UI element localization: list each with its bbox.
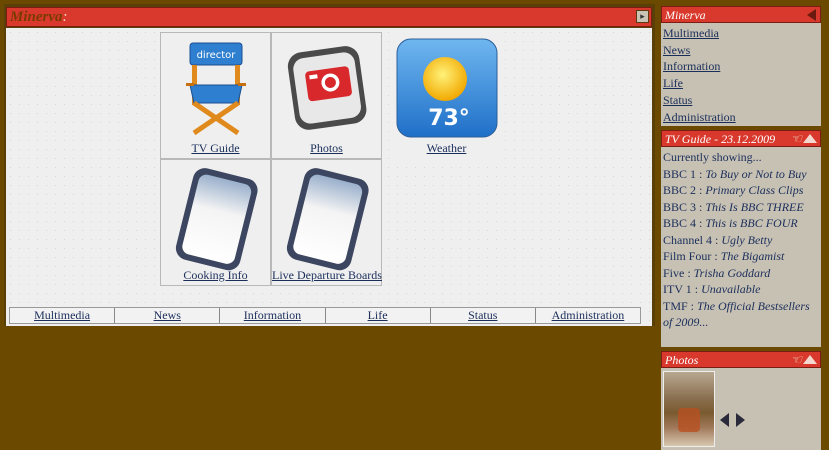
drag-hand-icon[interactable]: ☜ [790,131,802,147]
main-title-text: Minerva [10,9,63,25]
tv-entry: BBC 1 : To Buy or Not to Buy [663,166,807,181]
sidebar-menu-title: Minerva [665,8,706,22]
tv-guide-panel: TV Guide - 23.12.2009 ☜ Currently showin… [661,130,821,347]
tv-entry: TMF : The Official Bestsellers of 2009..… [663,298,810,330]
sidebar-item-life[interactable]: Life [661,75,821,92]
sidebar-menu-header: Minerva [661,6,821,23]
tv-entry: BBC 3 : This Is BBC THREE [663,199,804,214]
nav-life[interactable]: Life [326,308,431,323]
photo-thumbnail[interactable] [663,371,715,447]
photos-panel: Photos ☜ [661,351,821,450]
tile-label-tv-guide: TV Guide [191,141,240,155]
photos-panel-title: Photos [665,353,699,367]
blank-document-icon [286,168,369,271]
next-photo-icon[interactable] [736,413,745,427]
tv-entry: BBC 2 : Primary Class Clips [663,183,804,197]
nav-status[interactable]: Status [431,308,536,323]
tv-entry: ITV 1 : Unavailable [663,282,761,296]
tv-guide-title: TV Guide - 23.12.2009 [665,132,776,146]
collapse-up-icon[interactable] [803,134,817,143]
camera-icon [287,46,366,130]
window-menu-button[interactable]: ▸ [636,10,649,23]
sidebar-item-information[interactable]: Information [661,58,821,75]
director-chair-icon: director [185,42,246,136]
collapse-left-icon[interactable] [807,9,816,21]
weather-temperature: 73° [428,106,470,131]
sidebar-item-administration[interactable]: Administration [661,109,821,126]
collapse-up-icon[interactable] [803,355,817,364]
chair-text: director [196,50,236,61]
tile-label-cooking-info: Cooking Info [183,268,248,282]
tile-cooking-info[interactable]: Cooking Info [160,159,271,286]
tile-label-weather: Weather [426,141,467,155]
tv-entry: Channel 4 : Ugly Betty [663,232,773,247]
tile-tv-guide[interactable]: director TV Guide [160,32,271,159]
bottom-nav-bar: Multimedia News Information Life Status … [9,307,641,324]
tile-weather[interactable]: 73° Weather [391,32,502,159]
tv-currently-showing: Currently showing... [663,150,762,164]
tv-guide-header: TV Guide - 23.12.2009 ☜ [661,130,821,147]
tv-entry: Five : Trisha Goddard [663,265,771,280]
blank-document-icon [175,168,258,271]
sidebar-menu-panel: Minerva Multimedia News Information Life… [661,6,821,126]
tv-entry: BBC 4 : This is BBC FOUR [663,216,798,230]
nav-news[interactable]: News [115,308,221,323]
tile-live-departure-boards[interactable]: Live Departure Boards [271,159,382,286]
previous-photo-icon[interactable] [720,413,729,427]
tile-photos[interactable]: Photos [271,32,382,159]
main-title-bar: Minerva: ▸ [6,7,652,27]
nav-administration[interactable]: Administration [536,308,640,323]
weather-sun-icon: 73° [396,38,497,138]
tile-label-live-departure-boards: Live Departure Boards [272,268,382,282]
sidebar-item-news[interactable]: News [661,42,821,59]
main-window: Minerva: ▸ director TV Guide Photos 73° … [4,4,655,326]
nav-information[interactable]: Information [220,308,326,323]
sidebar-item-multimedia[interactable]: Multimedia [661,25,821,42]
tv-entry: Film Four : The Bigamist [663,249,785,263]
main-content: director TV Guide Photos 73° Weather Coo… [6,28,652,326]
tile-label-photos: Photos [310,141,343,155]
photos-header: Photos ☜ [661,351,821,368]
nav-multimedia[interactable]: Multimedia [10,308,116,323]
sidebar-item-status[interactable]: Status [661,92,821,109]
drag-hand-icon[interactable]: ☜ [790,352,802,368]
